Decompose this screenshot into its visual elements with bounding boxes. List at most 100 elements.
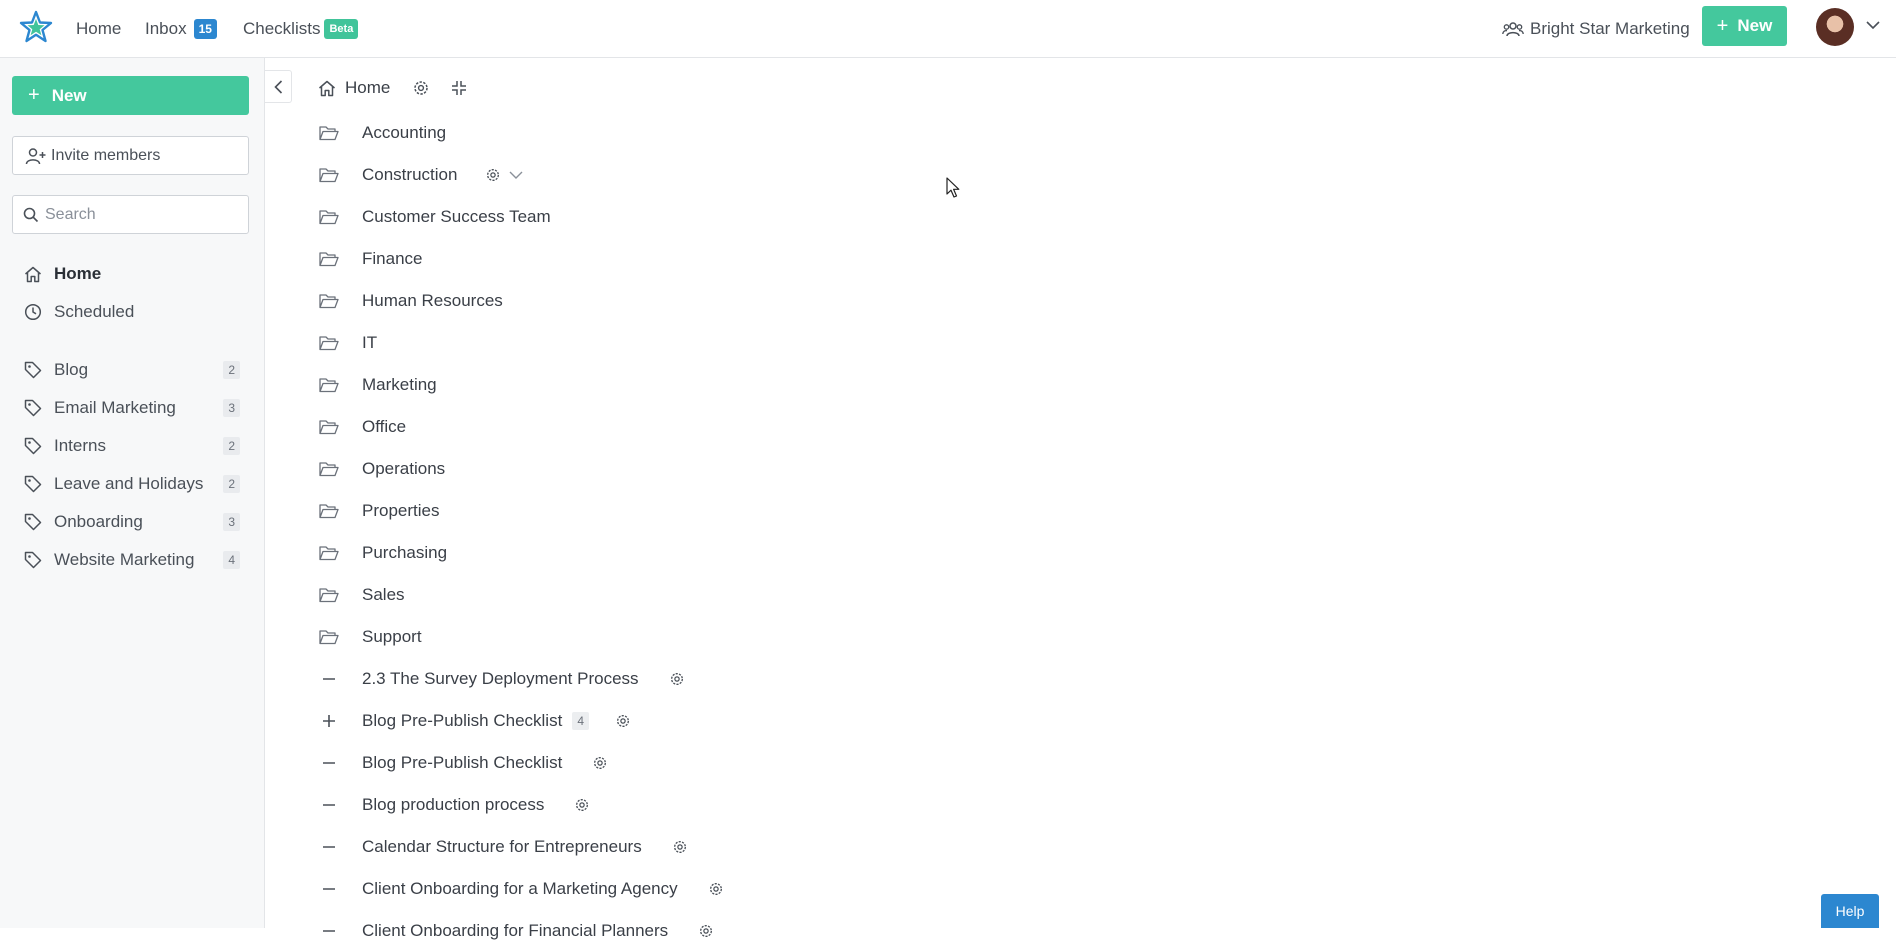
folder-row[interactable]: Purchasing xyxy=(318,538,447,568)
template-settings[interactable] xyxy=(672,839,688,855)
template-name[interactable]: Blog Pre-Publish Checklist xyxy=(362,711,562,731)
template-name[interactable]: Calendar Structure for Entrepreneurs xyxy=(362,837,642,857)
new-button[interactable]: + New xyxy=(1702,6,1787,46)
template-row[interactable]: Calendar Structure for Entrepreneurs xyxy=(318,832,688,862)
user-avatar[interactable] xyxy=(1816,8,1854,46)
tag-icon xyxy=(24,475,42,493)
nav-home[interactable]: Home xyxy=(76,0,121,58)
folder-name[interactable]: Construction xyxy=(362,165,457,185)
folder-row[interactable]: Office xyxy=(318,412,406,442)
folder-row[interactable]: Human Resources xyxy=(318,286,503,316)
nav-inbox[interactable]: Inbox 15 xyxy=(145,0,217,58)
search-input[interactable] xyxy=(45,205,235,224)
sidebar-item-home[interactable]: Home xyxy=(24,259,244,289)
folder-name[interactable]: Marketing xyxy=(362,375,437,395)
gear-icon[interactable] xyxy=(485,167,501,183)
expand-toggle[interactable] xyxy=(318,929,340,933)
chevron-down-icon[interactable] xyxy=(1866,20,1880,30)
folder-name[interactable]: Operations xyxy=(362,459,445,479)
gear-icon[interactable] xyxy=(698,923,714,939)
folder-row[interactable]: Sales xyxy=(318,580,405,610)
sidebar-tag-label: Blog xyxy=(54,360,89,379)
folder-row[interactable]: IT xyxy=(318,328,377,358)
folder-icon-wrap xyxy=(318,293,340,309)
folder-expand[interactable] xyxy=(509,170,523,180)
gear-icon[interactable] xyxy=(574,797,590,813)
folder-name[interactable]: Support xyxy=(362,627,422,647)
folder-row[interactable]: Construction xyxy=(318,160,523,190)
template-name[interactable]: Blog Pre-Publish Checklist xyxy=(362,753,562,773)
template-row[interactable]: Blog production process xyxy=(318,790,590,820)
organization-switcher[interactable]: Bright Star Marketing xyxy=(1502,0,1690,58)
folder-name[interactable]: Properties xyxy=(362,501,439,521)
template-name[interactable]: 2.3 The Survey Deployment Process xyxy=(362,669,639,689)
folder-name[interactable]: Human Resources xyxy=(362,291,503,311)
gear-icon[interactable] xyxy=(412,79,430,97)
folder-open-icon xyxy=(319,420,339,435)
folder-name[interactable]: Customer Success Team xyxy=(362,207,551,227)
template-settings[interactable] xyxy=(669,671,685,687)
sidebar-tag-email-marketing[interactable]: Email Marketing 3 xyxy=(24,393,244,423)
gear-icon[interactable] xyxy=(672,839,688,855)
sidebar-tag-onboarding[interactable]: Onboarding 3 xyxy=(24,507,244,537)
minus-icon xyxy=(323,804,335,806)
folder-name[interactable]: Sales xyxy=(362,585,405,605)
gear-icon[interactable] xyxy=(592,755,608,771)
folder-name[interactable]: Accounting xyxy=(362,123,446,143)
nav-checklists[interactable]: Checklists Beta xyxy=(243,0,359,58)
template-row[interactable]: Client Onboarding for Financial Planners xyxy=(318,916,714,946)
sidebar-tag-website-marketing[interactable]: Website Marketing 4 xyxy=(24,545,244,575)
chevron-down-icon[interactable] xyxy=(509,170,523,180)
template-settings[interactable] xyxy=(615,713,631,729)
template-row[interactable]: 2.3 The Survey Deployment Process xyxy=(318,664,685,694)
sidebar-new-button[interactable]: + New xyxy=(12,76,249,115)
invite-members-button[interactable]: Invite members xyxy=(12,136,249,175)
sidebar-tag-interns[interactable]: Interns 2 xyxy=(24,431,244,461)
template-settings[interactable] xyxy=(708,881,724,897)
folder-name[interactable]: Office xyxy=(362,417,406,437)
folder-settings[interactable] xyxy=(485,167,501,183)
invite-members-label: Invite members xyxy=(51,146,161,164)
folder-row[interactable]: Finance xyxy=(318,244,422,274)
collapse-all-icon[interactable] xyxy=(451,80,467,96)
expand-toggle[interactable] xyxy=(318,887,340,891)
expand-toggle[interactable] xyxy=(318,714,340,728)
template-row[interactable]: Blog Pre-Publish Checklist xyxy=(318,748,608,778)
template-settings[interactable] xyxy=(698,923,714,939)
sidebar-item-scheduled[interactable]: Scheduled xyxy=(24,297,244,327)
expand-toggle[interactable] xyxy=(318,677,340,681)
breadcrumb-home-link[interactable]: Home xyxy=(345,78,390,98)
folder-name[interactable]: IT xyxy=(362,333,377,353)
folder-row[interactable]: Operations xyxy=(318,454,445,484)
template-settings[interactable] xyxy=(574,797,590,813)
gear-icon[interactable] xyxy=(708,881,724,897)
sidebar-tag-leave-and-holidays[interactable]: Leave and Holidays 2 xyxy=(24,469,244,499)
expand-toggle[interactable] xyxy=(318,761,340,765)
expand-toggle[interactable] xyxy=(318,845,340,849)
folder-row[interactable]: Support xyxy=(318,622,422,652)
folder-name[interactable]: Finance xyxy=(362,249,422,269)
help-button[interactable]: Help xyxy=(1821,894,1879,928)
star-logo-icon[interactable] xyxy=(18,9,54,45)
template-settings[interactable] xyxy=(592,755,608,771)
template-name[interactable]: Client Onboarding for a Marketing Agency xyxy=(362,879,678,899)
template-row[interactable]: Client Onboarding for a Marketing Agency xyxy=(318,874,724,904)
template-row[interactable]: Blog Pre-Publish Checklist 4 xyxy=(318,706,631,736)
folder-row[interactable]: Properties xyxy=(318,496,439,526)
folder-icon-wrap xyxy=(318,629,340,645)
sidebar-search[interactable] xyxy=(12,195,249,234)
gear-icon[interactable] xyxy=(669,671,685,687)
organization-name: Bright Star Marketing xyxy=(1530,19,1690,38)
gear-icon[interactable] xyxy=(615,713,631,729)
collapse-sidebar-button[interactable] xyxy=(265,70,292,103)
expand-toggle[interactable] xyxy=(318,803,340,807)
folder-row[interactable]: Marketing xyxy=(318,370,437,400)
folder-row[interactable]: Accounting xyxy=(318,118,446,148)
sidebar-tag-label: Email Marketing xyxy=(54,398,176,417)
users-icon xyxy=(1502,22,1524,37)
template-name[interactable]: Client Onboarding for Financial Planners xyxy=(362,921,668,941)
sidebar-tag-blog[interactable]: Blog 2 xyxy=(24,355,244,385)
folder-row[interactable]: Customer Success Team xyxy=(318,202,551,232)
template-name[interactable]: Blog production process xyxy=(362,795,544,815)
folder-name[interactable]: Purchasing xyxy=(362,543,447,563)
